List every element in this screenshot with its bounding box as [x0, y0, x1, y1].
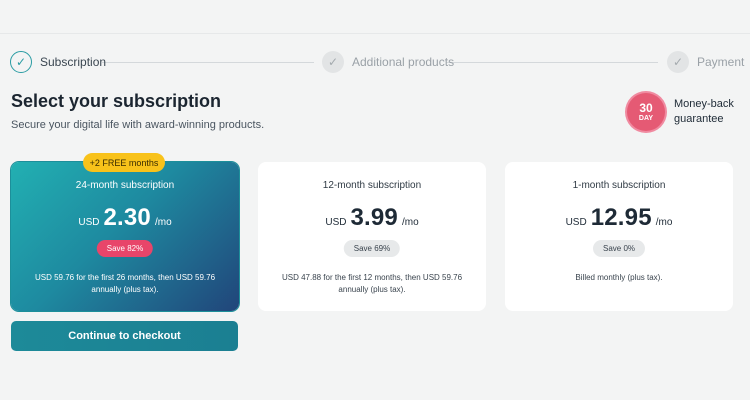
- step-additional-products[interactable]: ✓ Additional products: [322, 50, 454, 74]
- plan-card-12-month[interactable]: 12-month subscription USD 3.99 /mo Save …: [258, 162, 486, 311]
- billing-details: USD 59.76 for the first 26 months, then …: [34, 273, 216, 294]
- billing-details: USD 47.88 for the first 12 months, then …: [281, 273, 463, 294]
- money-back-guarantee: 30 DAY Money-back guarantee: [627, 93, 744, 131]
- price-period: /mo: [154, 217, 172, 228]
- price-amount: 12.95: [590, 204, 652, 231]
- plan-card-1-month[interactable]: 1-month subscription USD 12.95 /mo Save …: [505, 162, 733, 311]
- top-divider: [0, 33, 750, 34]
- step-label: Additional products: [352, 55, 455, 69]
- price: USD 3.99 /mo: [258, 204, 486, 232]
- badge-unit: DAY: [638, 115, 654, 122]
- badge-number: 30: [639, 101, 653, 115]
- billing-details: Billed monthly (plus tax).: [575, 273, 663, 282]
- check-icon: ✓: [322, 51, 344, 73]
- step-payment[interactable]: ✓ Payment: [667, 50, 744, 74]
- price-period: /mo: [655, 217, 673, 228]
- plan-name: 12-month subscription: [322, 180, 422, 191]
- price: USD 12.95 /mo: [505, 204, 733, 232]
- step-subscription[interactable]: ✓ Subscription: [10, 50, 106, 74]
- plan-card-24-month[interactable]: +2 FREE months 24-month subscription USD…: [11, 153, 239, 311]
- check-icon: ✓: [667, 51, 689, 73]
- plan-name: 1-month subscription: [572, 180, 666, 191]
- price-amount: 3.99: [350, 204, 398, 231]
- price-amount: 2.30: [103, 204, 151, 231]
- price: USD 2.30 /mo: [11, 204, 239, 232]
- save-badge: Save 0%: [592, 240, 646, 257]
- plan-name: 24-month subscription: [75, 180, 175, 191]
- step-label: Payment: [697, 55, 745, 69]
- free-months-tag: +2 FREE months: [83, 153, 165, 172]
- page-title: Select your subscription: [11, 91, 222, 111]
- price-currency: USD: [78, 217, 100, 228]
- stepper-connector: [102, 62, 314, 63]
- price-period: /mo: [401, 217, 419, 228]
- checkout-stepper: ✓ Subscription ✓ Additional products ✓ P…: [0, 50, 750, 74]
- continue-to-checkout-button[interactable]: Continue to checkout: [11, 321, 238, 351]
- price-currency: USD: [325, 217, 347, 228]
- guarantee-text: Money-back guarantee: [674, 98, 734, 125]
- step-label: Subscription: [40, 55, 107, 69]
- page-subtitle: Secure your digital life with award-winn…: [11, 119, 265, 131]
- save-badge: Save 82%: [96, 240, 154, 257]
- check-icon: ✓: [10, 51, 32, 73]
- stepper-connector: [446, 62, 658, 63]
- save-badge: Save 69%: [343, 240, 401, 257]
- guarantee-badge-icon: 30 DAY: [627, 93, 665, 131]
- price-currency: USD: [565, 217, 587, 228]
